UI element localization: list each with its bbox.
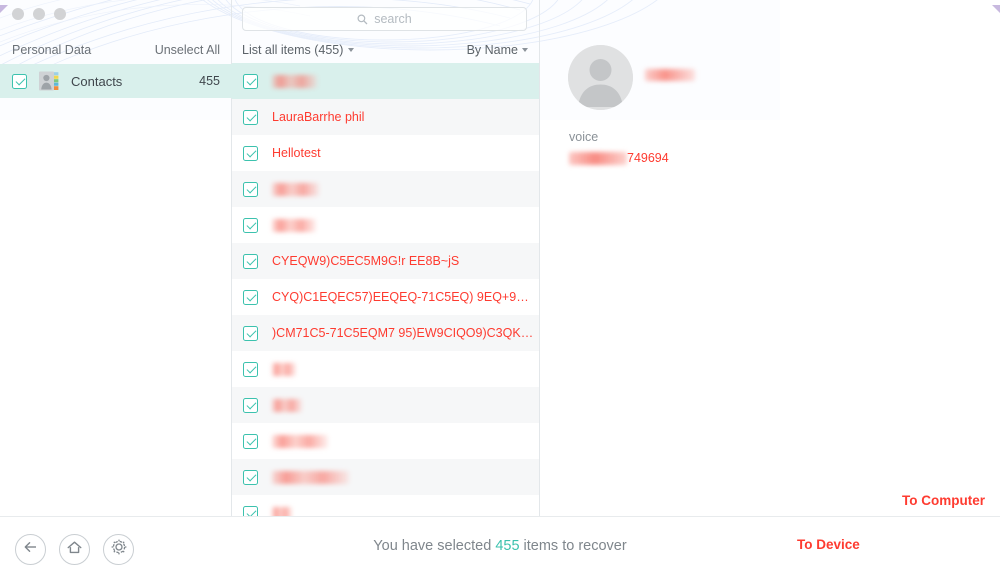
list-item-checkbox[interactable] bbox=[243, 145, 258, 161]
search-wrapper: search bbox=[242, 7, 527, 31]
list-item-label: )CM71C5-71C5EQM7 95)EW9CIQO9)C3QKQ) bbox=[272, 326, 534, 340]
list-item-label: CYQ)C1EQEC57)EEQEQ-71C5EQ) 9EQ+9KQ)C;… bbox=[272, 290, 534, 304]
sidebar: Personal Data Unselect All Contacts 455 bbox=[0, 0, 232, 516]
list-item-checkbox[interactable] bbox=[243, 469, 258, 485]
unselect-all-button[interactable]: Unselect All bbox=[155, 43, 220, 57]
list-item[interactable] bbox=[232, 423, 539, 459]
list-item-label-redacted bbox=[272, 470, 349, 484]
contacts-checkbox[interactable] bbox=[12, 73, 27, 89]
list-item-checkbox[interactable] bbox=[243, 325, 258, 341]
list-item-checkbox[interactable] bbox=[243, 109, 258, 125]
search-icon bbox=[357, 14, 368, 25]
list-item-checkbox[interactable] bbox=[243, 253, 258, 269]
filter-label: List all items (455) bbox=[242, 43, 344, 57]
filter-dropdown[interactable]: List all items (455) bbox=[242, 43, 355, 57]
chevron-down-icon bbox=[348, 48, 355, 52]
list-item-label-redacted bbox=[272, 434, 328, 448]
chevron-down-icon bbox=[522, 48, 528, 52]
list-item-checkbox[interactable] bbox=[243, 217, 258, 233]
list-item[interactable] bbox=[232, 387, 539, 423]
sidebar-item-label: Contacts bbox=[71, 73, 123, 89]
contacts-icon bbox=[38, 70, 60, 92]
list-item-label-redacted bbox=[272, 506, 292, 516]
window-traffic-lights[interactable] bbox=[12, 8, 66, 20]
detail-value-visible: 749694 bbox=[627, 151, 669, 165]
list-item[interactable]: )CM71C5-71C5EQM7 95)EW9CIQO9)C3QKQ) bbox=[232, 315, 539, 351]
sort-dropdown[interactable]: By Name bbox=[467, 43, 528, 57]
list-item-label-redacted bbox=[272, 218, 316, 232]
list-item[interactable]: LauraBarrhe phil bbox=[232, 99, 539, 135]
list-item-label-redacted bbox=[272, 182, 319, 196]
maximize-button[interactable] bbox=[54, 8, 66, 20]
detail-panel: voice 749694 bbox=[541, 0, 1000, 516]
list-item-label-redacted bbox=[272, 362, 296, 376]
list-item-checkbox[interactable] bbox=[243, 181, 258, 197]
list-item-checkbox[interactable] bbox=[243, 73, 258, 89]
list-item[interactable] bbox=[232, 495, 539, 516]
annotation-to-computer: To Computer bbox=[902, 493, 985, 508]
item-list-panel: search List all items (455) By Name Laur… bbox=[232, 0, 540, 516]
item-rows[interactable]: LauraBarrhe phil Hellotest CYEQW9)C5EC5M9G… bbox=[232, 63, 539, 516]
close-button[interactable] bbox=[12, 8, 24, 20]
list-item[interactable]: Hellotest bbox=[232, 135, 539, 171]
list-item-checkbox[interactable] bbox=[243, 433, 258, 449]
detail-contact-name bbox=[645, 69, 695, 81]
avatar bbox=[568, 45, 633, 110]
window-corner-decoration bbox=[0, 0, 8, 13]
list-item[interactable] bbox=[232, 459, 539, 495]
app-window: Personal Data Unselect All Contacts 455 bbox=[0, 0, 1000, 581]
list-item-checkbox[interactable] bbox=[243, 505, 258, 516]
list-item-label: LauraBarrhe phil bbox=[272, 110, 365, 124]
sidebar-item-contacts[interactable]: Contacts 455 bbox=[0, 64, 232, 98]
detail-field-label: voice bbox=[569, 130, 599, 144]
detail-value-redacted bbox=[569, 151, 627, 165]
minimize-button[interactable] bbox=[33, 8, 45, 20]
status-count: 455 bbox=[495, 538, 520, 554]
list-item-label: Hellotest bbox=[272, 146, 321, 160]
search-placeholder-text: search bbox=[374, 12, 412, 26]
sort-label: By Name bbox=[466, 43, 518, 57]
annotation-to-device: To Device bbox=[797, 537, 860, 552]
window-corner-decoration bbox=[992, 0, 1000, 13]
list-item-label-redacted bbox=[272, 74, 317, 88]
list-item-checkbox[interactable] bbox=[243, 289, 258, 305]
list-item-checkbox[interactable] bbox=[243, 361, 258, 377]
list-item[interactable]: CYEQW9)C5EC5M9G!r EE8B~jS bbox=[232, 243, 539, 279]
list-item[interactable] bbox=[232, 171, 539, 207]
list-item-checkbox[interactable] bbox=[243, 397, 258, 413]
list-item-label: CYEQW9)C5EC5M9G!r EE8B~jS bbox=[272, 254, 460, 268]
list-toolbar: List all items (455) By Name bbox=[232, 38, 539, 62]
list-item[interactable] bbox=[232, 63, 539, 99]
list-item[interactable] bbox=[232, 351, 539, 387]
sidebar-item-count: 455 bbox=[199, 74, 220, 88]
status-prefix: You have selected bbox=[373, 538, 496, 554]
status-suffix: items to recover bbox=[519, 538, 627, 554]
detail-field-value: 749694 bbox=[569, 151, 669, 165]
search-input[interactable]: search bbox=[242, 7, 527, 31]
list-item[interactable]: CYQ)C1EQEC57)EEQEQ-71C5EQ) 9EQ+9KQ)C;… bbox=[232, 279, 539, 315]
list-item-label-redacted bbox=[272, 398, 302, 412]
sidebar-title: Personal Data bbox=[12, 43, 92, 57]
list-item[interactable] bbox=[232, 207, 539, 243]
sidebar-header: Personal Data Unselect All bbox=[0, 36, 232, 64]
